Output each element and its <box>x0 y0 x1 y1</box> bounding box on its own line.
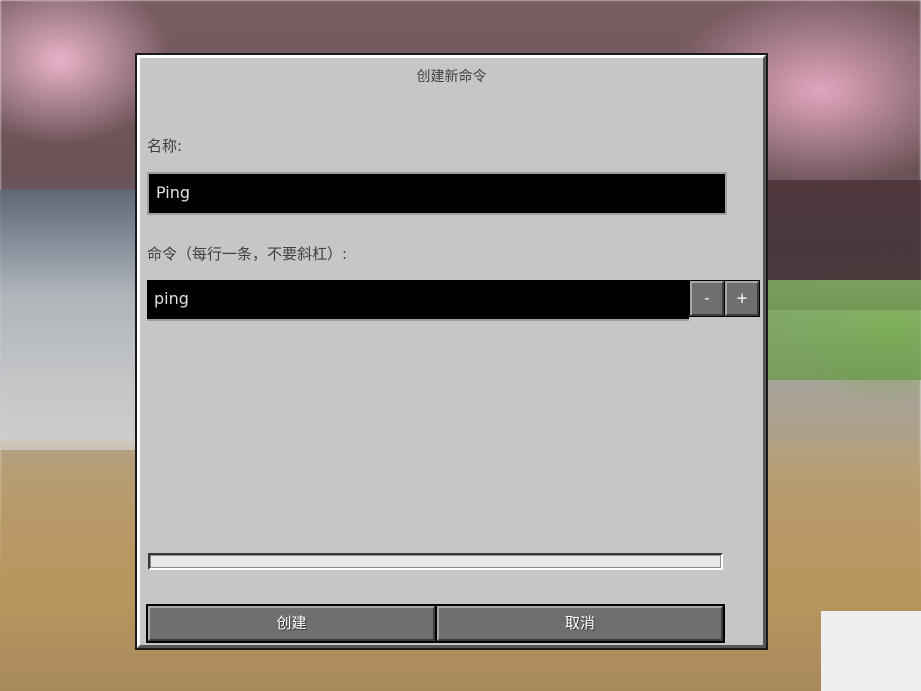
background-foliage <box>761 280 921 380</box>
cancel-button[interactable]: 取消 <box>435 604 725 643</box>
horizontal-scrollbar[interactable] <box>148 553 723 570</box>
scrollbar-thumb[interactable] <box>151 556 720 567</box>
name-input[interactable]: Ping <box>147 172 727 215</box>
background-wall <box>0 190 140 450</box>
remove-command-button[interactable]: - <box>689 280 725 317</box>
create-command-dialog: 创建新命令 名称: Ping 命令（每行一条，不要斜杠）: ping - + 创… <box>135 53 768 650</box>
add-command-button[interactable]: + <box>724 280 760 317</box>
create-button[interactable]: 创建 <box>146 604 437 643</box>
command-input[interactable]: ping <box>147 280 689 321</box>
commands-label: 命令（每行一条，不要斜杠）: <box>147 245 348 263</box>
name-label: 名称: <box>147 137 183 155</box>
dialog-title: 创建新命令 <box>416 69 487 85</box>
background-block <box>821 611 921 691</box>
